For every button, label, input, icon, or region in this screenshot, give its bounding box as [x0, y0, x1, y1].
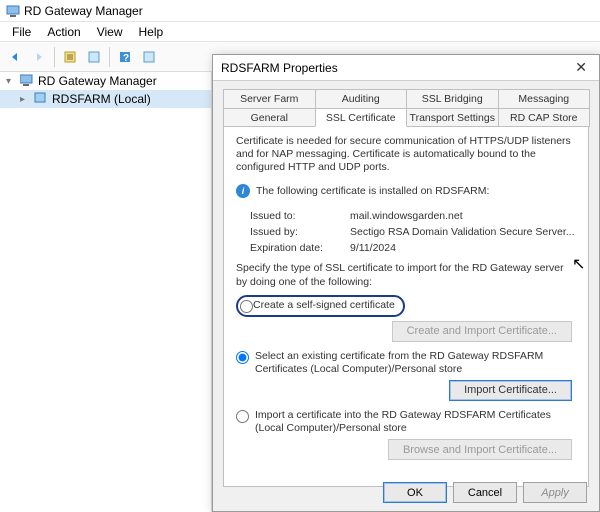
issued-by-row: Issued by: Sectigo RSA Domain Validation… [236, 226, 576, 238]
forward-button[interactable] [28, 46, 50, 68]
specify-text: Specify the type of SSL certificate to i… [236, 262, 576, 288]
issued-by-label: Issued by: [250, 226, 350, 238]
tab-strip: Server Farm Auditing SSL Bridging Messag… [223, 89, 589, 127]
tab-ssl-certificate[interactable]: SSL Certificate [315, 108, 408, 127]
option-self-signed[interactable]: Create a self-signed certificate [236, 295, 576, 317]
option-import-into-store-label: Import a certificate into the RD Gateway… [255, 409, 576, 435]
info-icon: i [236, 184, 250, 198]
chevron-down-icon[interactable]: ▾ [6, 76, 16, 87]
create-import-button: Create and Import Certificate... [392, 321, 572, 342]
manager-titlebar: RD Gateway Manager [0, 0, 600, 22]
issued-to-row: Issued to: mail.windowsgarden.net [236, 210, 576, 222]
option-select-existing[interactable]: Select an existing certificate from the … [236, 350, 576, 376]
tree-node-label: RDSFARM (Local) [52, 92, 151, 106]
properties-dialog: RDSFARM Properties ✕ Server Farm Auditin… [212, 54, 600, 512]
ok-button[interactable]: OK [383, 482, 447, 503]
highlight-ellipse: Create a self-signed certificate [236, 295, 405, 317]
tab-general[interactable]: General [223, 108, 316, 127]
page-description: Certificate is needed for secure communi… [236, 135, 576, 174]
option-import-into-store[interactable]: Import a certificate into the RD Gateway… [236, 409, 576, 435]
expiration-label: Expiration date: [250, 242, 350, 254]
refresh-button[interactable] [138, 46, 160, 68]
apply-button[interactable]: Apply [523, 482, 587, 503]
import-certificate-button[interactable]: Import Certificate... [449, 380, 572, 401]
app-icon [6, 4, 20, 18]
radio-self-signed[interactable] [240, 300, 253, 313]
dialog-titlebar: RDSFARM Properties ✕ [213, 55, 599, 81]
ssl-certificate-page: Certificate is needed for secure communi… [223, 127, 589, 487]
svg-text:?: ? [123, 53, 129, 64]
tree-node-server[interactable]: ▸ RDSFARM (Local) [0, 90, 211, 108]
show-hide-tree-button[interactable] [59, 46, 81, 68]
back-button[interactable] [4, 46, 26, 68]
chevron-right-icon[interactable]: ▸ [20, 94, 30, 105]
option-select-existing-label: Select an existing certificate from the … [255, 350, 576, 376]
manager-title: RD Gateway Manager [24, 4, 143, 18]
menu-view[interactable]: View [91, 24, 129, 40]
tab-server-farm[interactable]: Server Farm [223, 89, 316, 108]
menu-help[interactable]: Help [133, 24, 170, 40]
menu-action[interactable]: Action [41, 24, 86, 40]
radio-select-existing[interactable] [236, 351, 249, 364]
tree-root[interactable]: ▾ RD Gateway Manager [0, 72, 211, 90]
issued-to-value: mail.windowsgarden.net [350, 210, 576, 222]
tree-pane: ▾ RD Gateway Manager ▸ RDSFARM (Local) [0, 72, 212, 512]
issued-to-label: Issued to: [250, 210, 350, 222]
tree-root-label: RD Gateway Manager [38, 74, 157, 88]
toolbar-separator [54, 47, 55, 67]
expiration-value: 9/11/2024 [350, 242, 576, 254]
menubar: File Action View Help [0, 22, 600, 42]
option-self-signed-label: Create a self-signed certificate [253, 299, 395, 313]
properties-button[interactable] [83, 46, 105, 68]
toolbar-separator [109, 47, 110, 67]
close-icon[interactable]: ✕ [571, 59, 591, 76]
browse-import-button: Browse and Import Certificate... [388, 439, 572, 460]
gateway-icon [20, 74, 34, 89]
tab-ssl-bridging[interactable]: SSL Bridging [406, 89, 499, 108]
installed-cert-info: i The following certificate is installed… [236, 184, 576, 198]
radio-import-into-store[interactable] [236, 410, 249, 423]
installed-cert-text: The following certificate is installed o… [256, 185, 489, 197]
server-icon [34, 92, 48, 107]
tab-transport-settings[interactable]: Transport Settings [406, 108, 499, 127]
tab-auditing[interactable]: Auditing [315, 89, 408, 108]
help-button[interactable]: ? [114, 46, 136, 68]
dialog-title: RDSFARM Properties [221, 61, 338, 75]
expiration-row: Expiration date: 9/11/2024 [236, 242, 576, 254]
issued-by-value: Sectigo RSA Domain Validation Secure Ser… [350, 226, 576, 238]
tab-messaging[interactable]: Messaging [498, 89, 591, 108]
cancel-button[interactable]: Cancel [453, 482, 517, 503]
menu-file[interactable]: File [6, 24, 37, 40]
dialog-buttons: OK Cancel Apply [383, 482, 587, 503]
tab-rd-cap-store[interactable]: RD CAP Store [498, 108, 591, 127]
